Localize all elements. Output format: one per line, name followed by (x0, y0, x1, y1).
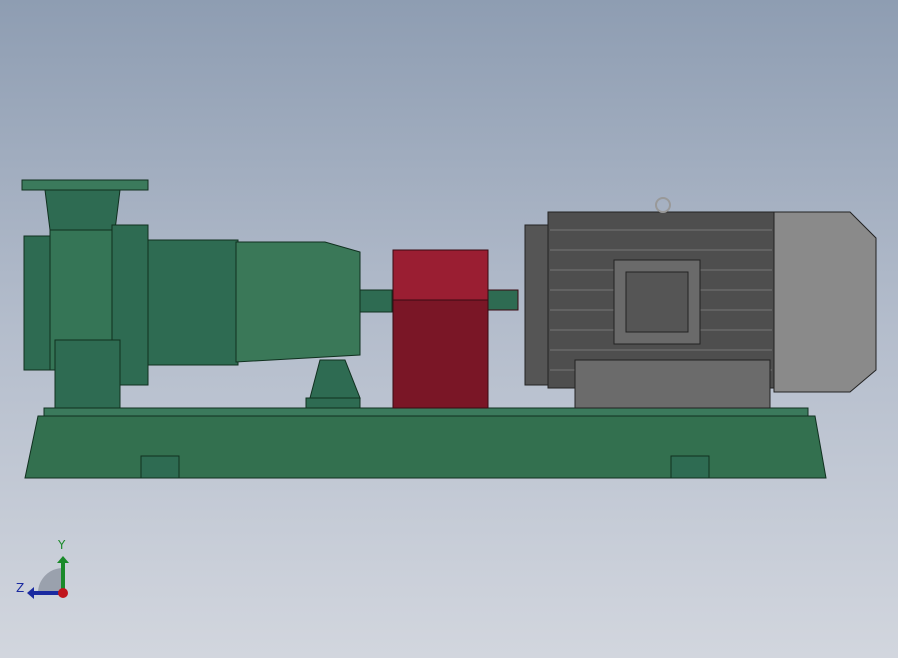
axis-triad (27, 556, 69, 599)
triad-y-label: Y (58, 538, 66, 552)
baseplate (24, 407, 827, 479)
cad-viewport[interactable] (0, 0, 898, 658)
triad-z-label: Z (16, 581, 25, 595)
pump-casing (21, 179, 393, 409)
motor (524, 197, 877, 409)
x-axis-marker (58, 588, 68, 598)
coupling-guard (392, 249, 519, 409)
